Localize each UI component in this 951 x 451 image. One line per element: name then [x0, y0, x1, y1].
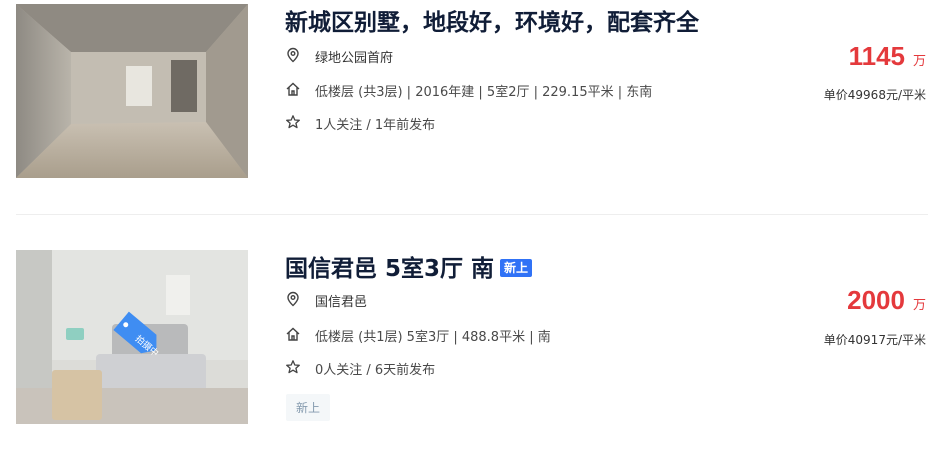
total-price: 1145 万	[849, 41, 926, 72]
star-icon	[286, 115, 300, 129]
listing-tag: 新上	[286, 394, 331, 421]
total-price-value: 1145	[848, 41, 905, 71]
follow-info: 1人关注 / 1年前发布	[315, 118, 436, 133]
listing-title[interactable]: 国信君邑 5室3厅 南新上	[285, 249, 533, 283]
unit-price: 单价40917元/平米	[823, 333, 926, 347]
house-icon	[286, 327, 300, 341]
star-icon	[286, 360, 300, 374]
unit-price: 单价49968元/平米	[823, 88, 926, 102]
listing-item[interactable]: 拍摄中 国信君邑 5室3厅 南新上 国信君邑 低楼层 (共1层) 5室3厅 | …	[0, 215, 951, 451]
location-pin-icon	[287, 47, 299, 63]
listing-photo[interactable]: 拍摄中	[16, 250, 248, 424]
price-unit: 万	[912, 54, 926, 69]
house-info: 低楼层 (共3层) | 2016年建 | 5室2厅 | 229.15平米 | 东…	[315, 85, 653, 100]
location-pin-icon	[287, 291, 299, 307]
community-link[interactable]: 国信君邑	[315, 291, 367, 310]
house-icon	[286, 82, 300, 96]
follow-info: 0人关注 / 6天前发布	[315, 363, 436, 378]
total-price-value: 2000	[847, 285, 905, 315]
house-info: 低楼层 (共1层) 5室3厅 | 488.8平米 | 南	[315, 330, 551, 345]
listing-item[interactable]: 新城区别墅，地段好，环境好，配套齐全 绿地公园首府 低楼层 (共3层) | 20…	[0, 0, 951, 214]
community-link[interactable]: 绿地公园首府	[315, 47, 393, 66]
new-badge: 新上	[500, 259, 533, 277]
listing-title-text[interactable]: 国信君邑 5室3厅 南	[285, 256, 494, 282]
listing-title[interactable]: 新城区别墅，地段好，环境好，配套齐全	[285, 3, 699, 37]
price-unit: 万	[912, 298, 926, 313]
listing-photo[interactable]	[16, 4, 248, 178]
total-price: 2000 万	[847, 285, 926, 316]
